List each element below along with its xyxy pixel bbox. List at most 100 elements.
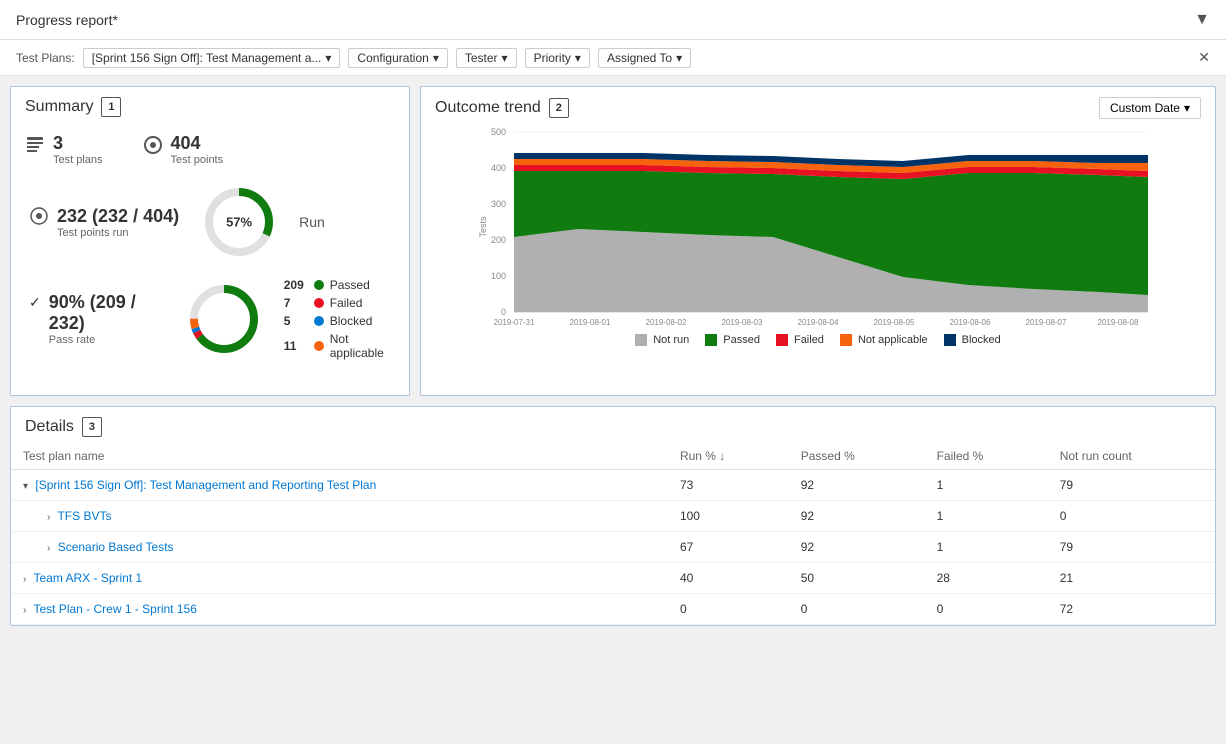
table-row: › Team ARX - Sprint 1 40 50 28 21 xyxy=(11,563,1215,594)
trend-header: Outcome trend 2 Custom Date ▾ xyxy=(421,87,1215,123)
tester-filter[interactable]: Tester ▾ xyxy=(456,48,517,68)
app-header: Progress report* ▼ xyxy=(0,0,1226,40)
legend-not-applicable-chart: Not applicable xyxy=(840,334,928,346)
svg-text:500: 500 xyxy=(491,127,506,137)
run-percent-label: 57% xyxy=(226,215,252,230)
legend-passed-chart: Passed xyxy=(705,334,760,346)
row1-notrun: 79 xyxy=(1048,470,1215,501)
outcome-trend-panel: Outcome trend 2 Custom Date ▾ 500 400 30… xyxy=(420,86,1216,396)
pass-legend: 209 Passed 7 Failed 5 Blocked xyxy=(284,278,395,360)
row3-run: 0 xyxy=(668,594,789,625)
svg-text:2019-08-06: 2019-08-06 xyxy=(950,318,991,327)
row3-name-link[interactable]: Test Plan - Crew 1 - Sprint 156 xyxy=(33,602,196,616)
svg-text:400: 400 xyxy=(491,163,506,173)
chart-legend: Not run Passed Failed Not applicable xyxy=(435,330,1201,350)
col-run-pct[interactable]: Run % ↓ xyxy=(668,443,789,470)
details-header: Details 3 xyxy=(11,407,1215,443)
close-button[interactable]: ✕ xyxy=(1198,49,1210,66)
trend-header-left: Outcome trend 2 xyxy=(435,98,569,118)
svg-text:300: 300 xyxy=(491,199,506,209)
child2-run: 67 xyxy=(668,532,789,563)
legend-failed-chart: Failed xyxy=(776,334,824,346)
summary-title: Summary xyxy=(25,98,93,116)
row3-failed: 0 xyxy=(925,594,1048,625)
summary-top-stats: 3 Test plans 404 Test points xyxy=(25,133,395,166)
row3-name: › Test Plan - Crew 1 - Sprint 156 xyxy=(11,594,668,625)
col-passed-pct: Passed % xyxy=(789,443,925,470)
failed-dot xyxy=(314,298,324,308)
pass-rate-label: Pass rate xyxy=(49,334,164,346)
expand-icon2[interactable]: › xyxy=(23,574,26,585)
col-not-run: Not run count xyxy=(1048,443,1215,470)
child1-name-link[interactable]: TFS BVTs xyxy=(57,509,111,523)
table-row: › Test Plan - Crew 1 - Sprint 156 0 0 0 … xyxy=(11,594,1215,625)
child-expand-icon2[interactable]: › xyxy=(47,543,50,554)
row1-name-link[interactable]: [Sprint 156 Sign Off]: Test Management a… xyxy=(35,478,376,492)
test-points-count: 404 xyxy=(171,133,224,154)
expand-icon[interactable]: ▾ xyxy=(23,481,28,492)
row2-name-link[interactable]: Team ARX - Sprint 1 xyxy=(33,571,142,585)
legend-not-applicable: 11 Not applicable xyxy=(284,332,395,360)
toolbar-label: Test Plans: xyxy=(16,51,75,65)
child1-failed: 1 xyxy=(925,501,1048,532)
row2-notrun: 21 xyxy=(1048,563,1215,594)
app-title: Progress report* xyxy=(16,12,118,28)
test-points-label: Test points xyxy=(171,154,224,166)
test-plans-stat: 3 Test plans xyxy=(25,133,103,166)
svg-text:0: 0 xyxy=(501,307,506,317)
test-plans-count: 3 xyxy=(53,133,103,154)
table-row: › TFS BVTs 100 92 1 0 xyxy=(11,501,1215,532)
test-plan-filter[interactable]: [Sprint 156 Sign Off]: Test Management a… xyxy=(83,48,341,68)
test-points-icon xyxy=(143,135,163,160)
row1-passed: 92 xyxy=(789,470,925,501)
svg-text:Tests: Tests xyxy=(478,216,488,238)
summary-panel: Summary 1 3 Test plans xyxy=(10,86,410,396)
summary-content: 3 Test plans 404 Test points xyxy=(11,123,409,370)
summary-number: 1 xyxy=(101,97,121,117)
pass-rate-count: 90% (209 / 232) xyxy=(49,292,164,334)
child2-name: › Scenario Based Tests xyxy=(11,532,668,563)
not-applicable-dot xyxy=(314,341,324,351)
checkmark-icon: ✓ xyxy=(29,294,41,311)
pass-section: ✓ 90% (209 / 232) Pass rate xyxy=(25,278,395,360)
run-text: Run xyxy=(299,214,325,230)
priority-filter[interactable]: Priority ▾ xyxy=(525,48,590,68)
blocked-dot xyxy=(314,316,324,326)
child1-name: › TFS BVTs xyxy=(11,501,668,532)
child2-name-link[interactable]: Scenario Based Tests xyxy=(58,540,174,554)
child2-passed: 92 xyxy=(789,532,925,563)
child2-notrun: 79 xyxy=(1048,532,1215,563)
svg-text:2019-08-05: 2019-08-05 xyxy=(874,318,915,327)
row1-name: ▾ [Sprint 156 Sign Off]: Test Management… xyxy=(11,470,668,501)
custom-date-button[interactable]: Custom Date ▾ xyxy=(1099,97,1201,119)
col-failed-pct: Failed % xyxy=(925,443,1048,470)
details-number: 3 xyxy=(82,417,102,437)
details-panel: Details 3 Test plan name Run % ↓ Passed … xyxy=(10,406,1216,626)
row1-run: 73 xyxy=(668,470,789,501)
col-test-plan-name: Test plan name xyxy=(11,443,668,470)
child1-run: 100 xyxy=(668,501,789,532)
details-title: Details xyxy=(25,418,74,436)
row2-run: 40 xyxy=(668,563,789,594)
row3-notrun: 72 xyxy=(1048,594,1215,625)
passed-dot xyxy=(314,280,324,290)
test-plans-icon xyxy=(25,135,45,160)
run-stat-icon xyxy=(29,206,49,231)
assigned-to-filter[interactable]: Assigned To ▾ xyxy=(598,48,691,68)
filter-icon[interactable]: ▼ xyxy=(1194,11,1210,29)
trend-chart: 500 400 300 200 100 0 Tests xyxy=(435,127,1201,327)
trend-number: 2 xyxy=(549,98,569,118)
row2-passed: 50 xyxy=(789,563,925,594)
expand-icon3[interactable]: › xyxy=(23,605,26,616)
trend-title: Outcome trend xyxy=(435,99,541,117)
child-expand-icon[interactable]: › xyxy=(47,512,50,523)
configuration-filter[interactable]: Configuration ▾ xyxy=(348,48,447,68)
main-content: Summary 1 3 Test plans xyxy=(0,76,1226,636)
legend-not-run: Not run xyxy=(635,334,689,346)
run-stat-count: 232 (232 / 404) xyxy=(57,206,179,227)
run-stat: 232 (232 / 404) Test points run xyxy=(29,206,179,239)
pass-donut xyxy=(184,279,264,359)
svg-text:2019-08-07: 2019-08-07 xyxy=(1026,318,1067,327)
run-stat-label: Test points run xyxy=(57,227,179,239)
row2-name: › Team ARX - Sprint 1 xyxy=(11,563,668,594)
